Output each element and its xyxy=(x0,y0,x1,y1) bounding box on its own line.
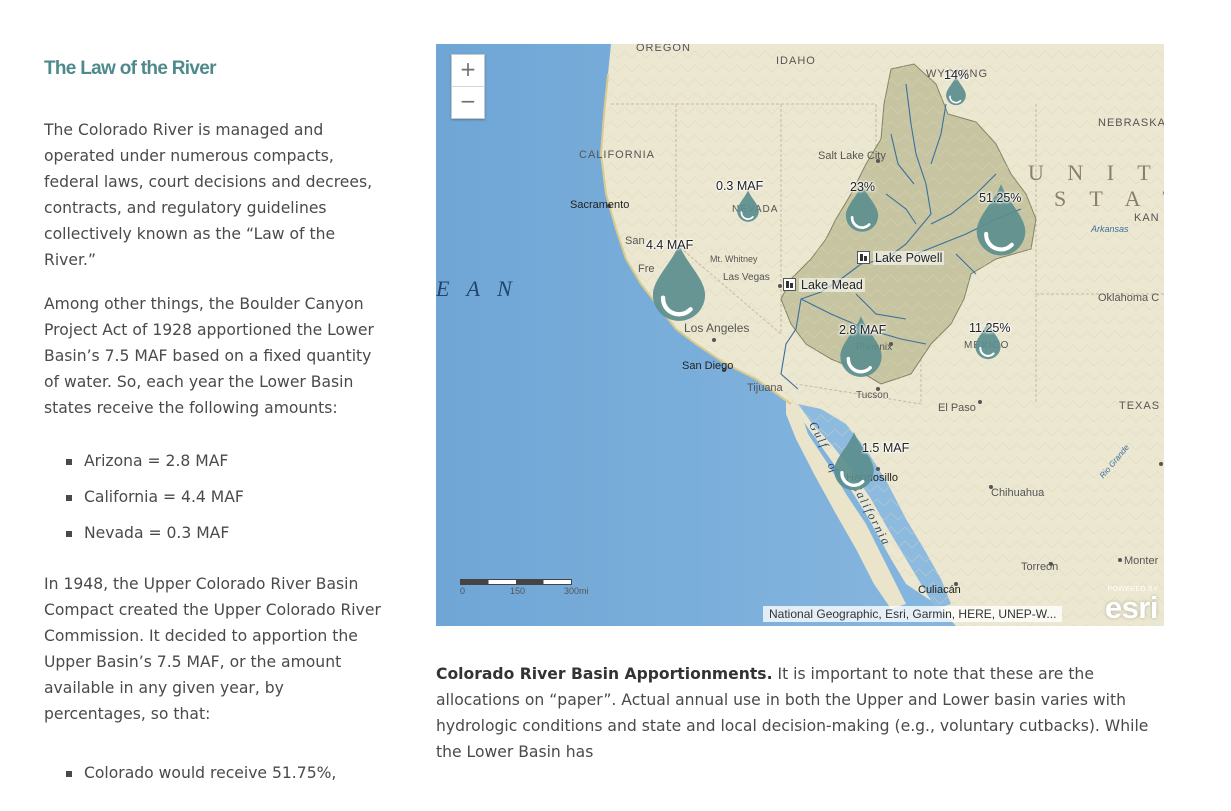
map-label-oregon: OREGON xyxy=(636,44,691,54)
apportionment-map[interactable]: OREGON IDAHO WYOMING NEBRASKA CALIFORNIA… xyxy=(436,44,1164,626)
map-attribution[interactable]: National Geographic, Esri, Garmin, HERE,… xyxy=(763,606,1063,622)
map-label-idaho: IDAHO xyxy=(776,55,816,67)
map-label-nebraska: NEBRASKA xyxy=(1098,117,1164,129)
water-drop-marker[interactable] xyxy=(736,190,760,226)
drop-label: 51.25% xyxy=(979,191,1022,205)
map-label-san-francisco: San xyxy=(625,235,645,247)
lower-basin-list: Arizona = 2.8 MAF California = 4.4 MAF N… xyxy=(44,443,389,551)
map-label-kansas: KAN xyxy=(1134,212,1160,224)
map-label-sacramento: Sacramento xyxy=(570,199,630,211)
upper-basin-list: Colorado would receive 51.75%, xyxy=(44,755,389,791)
map-label-tijuana: Tijuana xyxy=(747,382,783,394)
map-label-california: CALIFORNIA xyxy=(579,149,656,161)
upper-basin-paragraph: In 1948, the Upper Colorado River Basin … xyxy=(44,575,381,723)
water-drop-marker[interactable] xyxy=(650,244,708,326)
drop-label: 1.5 MAF xyxy=(862,441,910,455)
map-label-culiacan: Culiacán xyxy=(918,584,961,596)
map-label-arkansas-river: Arkansas xyxy=(1091,224,1129,234)
map-label-el-paso: El Paso xyxy=(938,402,976,414)
article-left-column: The Law of the River The Colorado River … xyxy=(44,58,389,811)
list-item: California = 4.4 MAF xyxy=(66,479,389,515)
intro-paragraph: The Colorado River is managed and operat… xyxy=(44,121,373,269)
dam-lake-powell[interactable]: Lake Powell xyxy=(857,251,945,265)
map-label-tucson: Tucson xyxy=(856,390,889,401)
map-label-states: S T A T E xyxy=(1054,186,1164,211)
map-label-mt-whitney: Mt. Whitney xyxy=(710,254,758,264)
map-label-oklahoma: Oklahoma C xyxy=(1098,292,1160,304)
boulder-canyon-paragraph: Among other things, the Boulder Canyon P… xyxy=(44,295,374,417)
map-label-monterrey: Monter xyxy=(1124,555,1159,567)
zoom-out-button[interactable]: − xyxy=(452,86,484,118)
dam-label: Lake Powell xyxy=(873,251,945,265)
list-item: Colorado would receive 51.75%, xyxy=(66,755,389,791)
map-caption: Colorado River Basin Apportionments. It … xyxy=(436,661,1176,765)
dam-label: Lake Mead xyxy=(799,278,865,292)
map-label-torreon: Torreón xyxy=(1021,561,1059,573)
drop-label: 23% xyxy=(850,180,876,194)
map-label-salt-lake: Salt Lake City xyxy=(818,150,886,162)
map-label-united: U N I T E xyxy=(1028,160,1164,185)
list-item: Nevada = 0.3 MAF xyxy=(66,515,389,551)
section-title: The Law of the River xyxy=(44,58,217,79)
map-label-ocean: E A N xyxy=(436,276,518,301)
scale-label-mid: 150 xyxy=(510,586,526,596)
drop-label: 2.8 MAF xyxy=(839,323,887,337)
zoom-control: + − xyxy=(451,54,485,119)
esri-logo[interactable]: POWERED BY esri xyxy=(1104,586,1159,625)
drop-label: 11.25% xyxy=(969,321,1011,335)
scale-bar: 0 150 300mi xyxy=(460,579,589,596)
map-label-texas: TEXAS xyxy=(1119,400,1161,412)
scale-label-end: 300mi xyxy=(564,586,589,596)
drop-label: 4.4 MAF xyxy=(646,238,694,252)
caption-heading: Colorado River Basin Apportionments. xyxy=(436,665,773,683)
esri-wordmark: esri xyxy=(1104,590,1159,625)
scale-bar-graphic xyxy=(460,579,572,585)
water-drop-icon xyxy=(652,244,706,321)
drop-label: 0.3 MAF xyxy=(716,179,764,193)
map-label-las-vegas: Las Vegas xyxy=(723,272,770,283)
dam-lake-mead[interactable]: Lake Mead xyxy=(783,278,865,292)
dam-icon xyxy=(783,278,796,291)
drop-label: 14% xyxy=(944,68,970,82)
map-basemap[interactable] xyxy=(436,44,1164,626)
map-label-chihuahua: Chihuahua xyxy=(991,487,1045,499)
dam-icon xyxy=(857,251,870,264)
scale-label-zero: 0 xyxy=(460,586,466,596)
map-label-san-diego: San Diego xyxy=(682,360,734,372)
water-drop-icon xyxy=(737,190,759,222)
list-item: Arizona = 2.8 MAF xyxy=(66,443,389,479)
zoom-in-button[interactable]: + xyxy=(452,55,484,86)
